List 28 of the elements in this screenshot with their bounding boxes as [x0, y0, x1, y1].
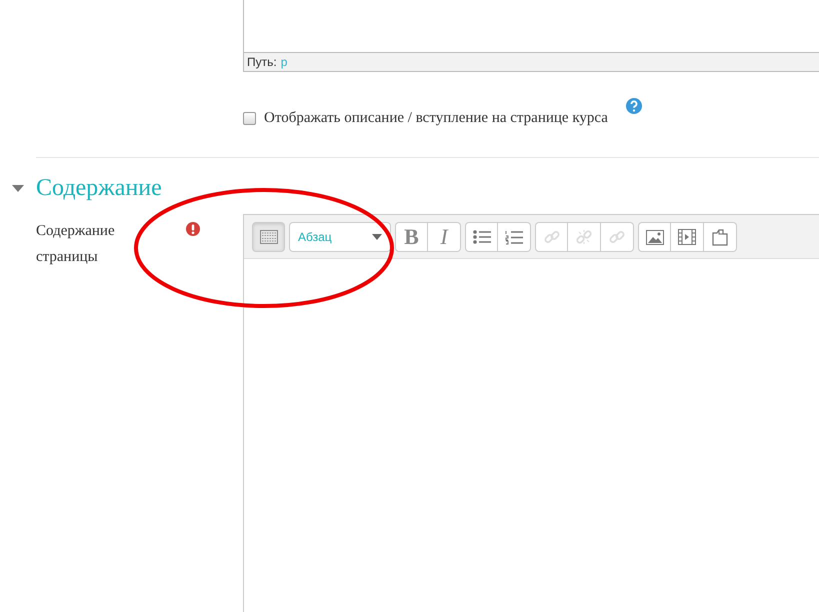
path-link[interactable]: p — [280, 55, 288, 69]
section-heading[interactable]: Содержание — [36, 175, 162, 202]
toolbar-button[interactable] — [465, 222, 498, 252]
file-icon — [712, 228, 728, 246]
broken-link-icon — [576, 229, 592, 245]
toolbar-button[interactable] — [498, 222, 531, 252]
image-icon — [646, 230, 664, 244]
more-buttons-toggle[interactable] — [252, 222, 285, 252]
paragraph-style-dropdown[interactable]: Абзац — [289, 222, 391, 252]
link-icon — [544, 229, 560, 245]
collapse-triangle-icon[interactable] — [12, 184, 24, 192]
caret-icon — [372, 234, 382, 240]
path-label: Путь: — [247, 55, 277, 69]
italic-button[interactable]: I — [428, 222, 461, 252]
bulleted-list-icon — [472, 230, 490, 244]
toolbar-button[interactable] — [671, 222, 704, 252]
checkbox[interactable] — [243, 112, 256, 125]
toolbar-button[interactable] — [704, 222, 737, 252]
checkbox-label: Отображать описание / вступление на странице курса — [264, 110, 608, 127]
help-icon[interactable] — [626, 98, 642, 114]
keyboard-icon — [260, 230, 278, 244]
field-label: Содержание страницы — [36, 222, 116, 267]
numbered-list-icon — [505, 230, 523, 244]
link-icon — [609, 229, 625, 245]
toolbar-button[interactable] — [638, 222, 671, 252]
rich-text-editor[interactable]: Абзац B I — [243, 214, 819, 612]
bold-button[interactable]: B — [395, 222, 428, 252]
film-icon — [678, 229, 696, 245]
